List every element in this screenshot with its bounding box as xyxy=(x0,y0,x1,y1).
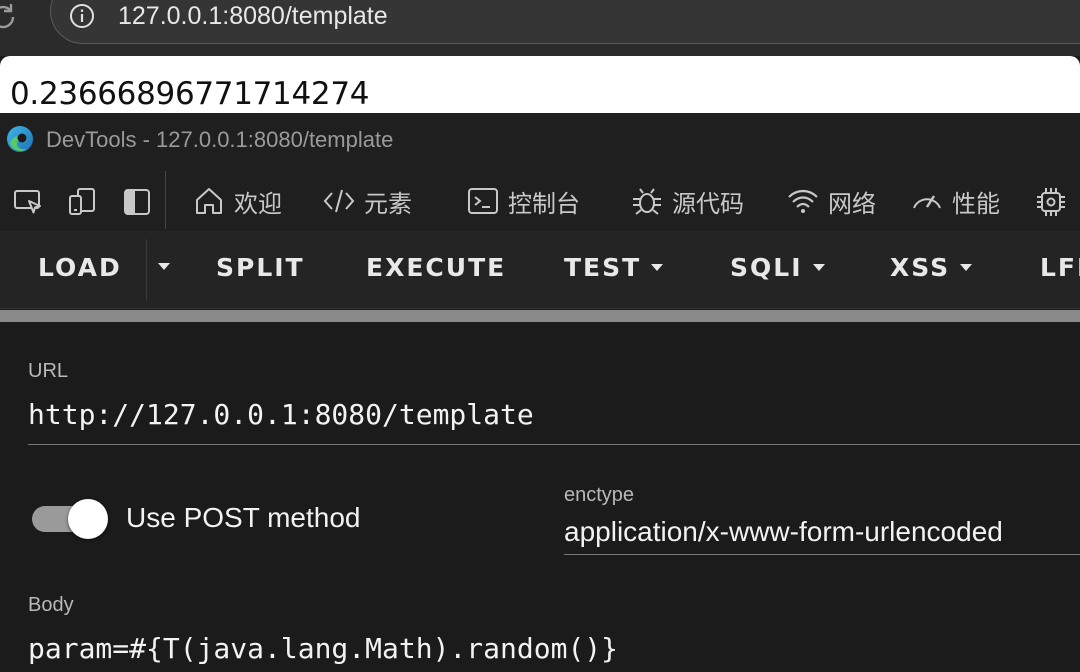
lfi-menu[interactable]: LFI xyxy=(1040,253,1080,282)
enctype-select[interactable]: application/x-www-form-urlencoded xyxy=(564,516,1003,548)
inspect-element-icon[interactable] xyxy=(12,185,46,219)
tab-sources-label: 源代码 xyxy=(672,189,744,218)
toolbar-divider xyxy=(165,171,166,229)
dock-side-icon[interactable] xyxy=(120,185,154,219)
horizontal-scrollbar[interactable] xyxy=(0,310,1080,322)
devtools-tabbar: 欢迎 元素 控制台 源代码 网络 性能 xyxy=(0,169,1080,231)
tab-network[interactable]: 网络 xyxy=(786,183,876,219)
chevron-down-icon xyxy=(651,264,664,271)
page-viewport: 0.23666896771714274 xyxy=(0,56,1080,116)
tab-performance-label: 性能 xyxy=(952,189,1000,218)
devtools-title: DevTools - 127.0.0.1:8080/template xyxy=(46,127,394,152)
toggle-knob xyxy=(68,499,108,539)
tab-network-label: 网络 xyxy=(828,189,876,218)
gauge-icon xyxy=(913,195,941,209)
tab-performance[interactable]: 性能 xyxy=(910,183,1000,219)
load-divider xyxy=(146,239,147,301)
code-icon xyxy=(323,189,355,213)
enctype-underline xyxy=(564,554,1080,555)
chevron-down-icon xyxy=(960,264,973,271)
address-text[interactable]: 127.0.0.1:8080/template xyxy=(118,1,388,31)
url-input[interactable]: http://127.0.0.1:8080/template xyxy=(28,398,534,431)
split-button[interactable]: SPLIT xyxy=(216,253,305,282)
sqli-menu[interactable]: SQLI xyxy=(730,253,825,282)
url-label: URL xyxy=(28,360,69,382)
site-info-icon[interactable] xyxy=(68,2,96,30)
execute-button[interactable]: EXECUTE xyxy=(366,253,506,282)
edge-logo-icon xyxy=(7,126,33,152)
bug-icon xyxy=(633,188,661,215)
tab-console-label: 控制台 xyxy=(508,189,580,218)
post-method-toggle[interactable] xyxy=(32,499,108,539)
console-icon xyxy=(468,188,498,214)
tab-console[interactable]: 控制台 xyxy=(466,183,580,219)
tab-sources[interactable]: 源代码 xyxy=(630,183,744,219)
tab-elements[interactable]: 元素 xyxy=(322,183,412,219)
device-emulation-icon[interactable] xyxy=(66,185,100,219)
browser-toolbar: 127.0.0.1:8080/template xyxy=(0,0,1080,56)
tab-welcome[interactable]: 欢迎 xyxy=(192,183,282,219)
load-button[interactable]: LOAD xyxy=(38,253,122,282)
chevron-down-icon xyxy=(158,263,170,270)
load-dropdown-button[interactable] xyxy=(158,263,170,270)
enctype-label: enctype xyxy=(564,484,635,506)
memory-chip-icon[interactable] xyxy=(1034,185,1068,219)
hackbar-menu: LOAD SPLIT EXECUTE TEST SQLI XSS LFI xyxy=(0,231,1080,309)
test-menu[interactable]: TEST xyxy=(564,253,664,282)
post-method-label: Use POST method xyxy=(126,502,361,533)
hackbar-form: URL http://127.0.0.1:8080/template Use P… xyxy=(0,322,1080,672)
tab-welcome-label: 欢迎 xyxy=(234,189,282,218)
chevron-down-icon xyxy=(812,264,825,271)
body-input[interactable]: param=#{T(java.lang.Math).random()} xyxy=(28,632,618,665)
url-input-underline xyxy=(28,444,1080,445)
wifi-icon xyxy=(788,189,818,213)
tab-elements-label: 元素 xyxy=(364,189,412,218)
home-icon xyxy=(196,188,222,214)
page-output-text: 0.23666896771714274 xyxy=(10,76,370,112)
devtools-titlebar: DevTools - 127.0.0.1:8080/template xyxy=(0,113,1080,169)
devtools-window: DevTools - 127.0.0.1:8080/template 欢迎 元素… xyxy=(0,113,1080,672)
body-label: Body xyxy=(28,594,74,616)
reload-icon[interactable] xyxy=(0,0,20,34)
xss-menu[interactable]: XSS xyxy=(890,253,973,282)
